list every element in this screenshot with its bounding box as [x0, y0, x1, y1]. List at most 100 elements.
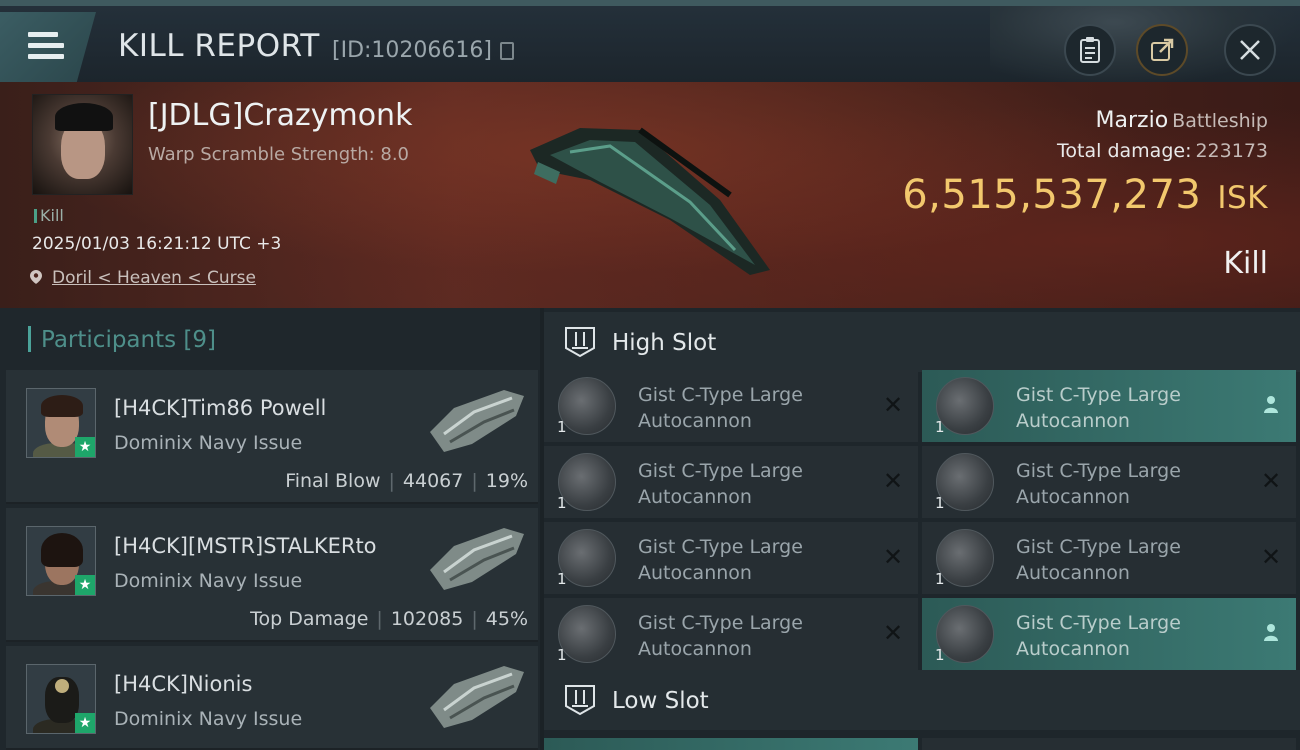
total-damage-label: Total damage: — [1057, 140, 1192, 162]
participant-name: [H4CK]Tim86 Powell — [114, 396, 327, 420]
isk-unit: ISK — [1217, 180, 1268, 216]
module-name-line2: Autocannon — [638, 562, 752, 584]
clipboard-button[interactable] — [1064, 24, 1116, 76]
hamburger-icon — [28, 32, 64, 65]
module-name-line1: Gist C-Type Large — [638, 384, 803, 406]
header-bar: KILL REPORT [ID:10206616] — [0, 0, 1300, 88]
divider: | — [471, 470, 478, 492]
destroyed-x-icon: ✕ — [1260, 543, 1282, 571]
participant-percent: 19% — [485, 470, 528, 492]
autocannon-icon — [936, 377, 994, 435]
autocannon-icon — [936, 605, 994, 663]
divider: | — [471, 608, 478, 630]
isk-amount: 6,515,537,273 — [902, 172, 1202, 218]
participant-stat-label: Final Blow — [285, 470, 381, 492]
report-id: [ID:10206616] — [332, 38, 492, 63]
module-cell[interactable]: 1 Gist C-Type Large Autocannon ✕ — [544, 522, 918, 594]
participant-ship-image — [430, 528, 524, 590]
module-name-line2: Autocannon — [1016, 410, 1130, 432]
module-name-line1: Gist C-Type Large — [1016, 536, 1181, 558]
close-icon — [1240, 40, 1260, 60]
total-damage-value: 223173 — [1195, 140, 1268, 162]
module-name-line1: Gist C-Type Large — [638, 536, 803, 558]
high-slot-label: High Slot — [612, 330, 717, 356]
autocannon-icon — [558, 377, 616, 435]
module-cell[interactable]: 1 Gist C-Type Large Autocannon ✕ — [544, 446, 918, 518]
participant-ship: Dominix Navy Issue — [114, 708, 303, 730]
module-name-line1: Gist C-Type Large — [1016, 460, 1181, 482]
participant-row[interactable]: ★ [H4CK]Tim86 Powell Dominix Navy Issue … — [6, 370, 538, 504]
isk-value: 6,515,537,273 ISK — [902, 172, 1268, 218]
location-link[interactable]: Doril < Heaven < Curse — [30, 268, 256, 288]
high-slot-icon — [565, 327, 595, 358]
module-cell[interactable]: 1 Gist C-Type Large Autocannon ✕ — [544, 598, 918, 670]
autocannon-icon — [558, 529, 616, 587]
participants-title: Participants [9] — [28, 326, 216, 353]
module-cell[interactable]: 1 Gist C-Type Large Autocannon — [922, 598, 1296, 670]
module-name-line2: Autocannon — [638, 486, 752, 508]
module-cell[interactable]: 1 Gist C-Type Large Autocannon ✕ — [544, 370, 918, 442]
victim-ship[interactable]: Marzio Battleship — [1096, 108, 1268, 133]
total-damage: Total damage: 223173 — [1057, 140, 1268, 162]
victim-name[interactable]: [JDLG]Crazymonk — [148, 98, 412, 133]
divider: | — [376, 608, 383, 630]
participant-damage: 44067 — [402, 470, 464, 492]
module-cell[interactable] — [544, 738, 918, 750]
module-quantity: 1 — [935, 646, 945, 664]
module-quantity: 1 — [557, 570, 567, 588]
module-quantity: 1 — [935, 570, 945, 588]
participant-damage: 102085 — [390, 608, 464, 630]
destroyed-x-icon: ✕ — [882, 467, 904, 495]
page-title: KILL REPORT — [118, 28, 320, 64]
module-cell[interactable] — [922, 738, 1296, 750]
location-text[interactable]: Doril < Heaven < Curse — [52, 268, 256, 288]
module-cell[interactable]: 1 Gist C-Type Large Autocannon ✕ — [922, 522, 1296, 594]
module-cell[interactable]: 1 Gist C-Type Large Autocannon ✕ — [922, 446, 1296, 518]
module-name-line2: Autocannon — [1016, 486, 1130, 508]
participant-ship-image — [430, 390, 524, 452]
participant-stat-label: Top Damage — [250, 608, 369, 630]
victim-avatar[interactable] — [32, 94, 133, 195]
copy-icon[interactable] — [500, 42, 514, 60]
autocannon-icon — [936, 529, 994, 587]
kill-result-label: Kill — [1223, 246, 1268, 281]
low-slot-header: Low Slot — [544, 670, 1300, 730]
share-icon — [1151, 38, 1174, 61]
clipboard-icon — [1080, 37, 1100, 63]
module-name-line2: Autocannon — [1016, 562, 1130, 584]
module-name-line1: Gist C-Type Large — [638, 460, 803, 482]
low-slot-icon — [565, 685, 595, 716]
autocannon-icon — [558, 605, 616, 663]
close-button[interactable] — [1224, 24, 1276, 76]
module-name-line2: Autocannon — [638, 638, 752, 660]
star-icon: ★ — [75, 437, 95, 457]
victim-banner: [JDLG]Crazymonk Warp Scramble Strength: … — [0, 82, 1300, 308]
module-name-line2: Autocannon — [638, 410, 752, 432]
share-button[interactable] — [1136, 24, 1188, 76]
fitting-panel: High Slot 1 Gist C-Type Large Autocannon ✕ 1… — [544, 308, 1300, 750]
warp-scramble-text: Warp Scramble Strength: 8.0 — [148, 144, 410, 165]
participant-avatar: ★ — [26, 388, 96, 458]
person-icon — [1260, 394, 1282, 416]
person-icon — [1260, 622, 1282, 644]
star-icon: ★ — [75, 575, 95, 595]
low-slot-label: Low Slot — [612, 688, 709, 714]
module-quantity: 1 — [557, 494, 567, 512]
menu-button[interactable] — [0, 12, 96, 82]
participant-stats: Top Damage | 102085 | 45% — [250, 608, 528, 630]
participant-ship-image — [430, 666, 524, 728]
high-slot-header: High Slot — [544, 312, 1300, 372]
module-name-line1: Gist C-Type Large — [1016, 384, 1181, 406]
module-quantity: 1 — [935, 494, 945, 512]
participants-panel: Participants [9] ★ [H4CK]Tim86 Powell Do… — [0, 308, 540, 750]
destroyed-x-icon: ✕ — [882, 391, 904, 419]
participant-name: [H4CK]Nionis — [114, 672, 253, 696]
participant-row[interactable]: ★ [H4CK]Nionis Dominix Navy Issue — [6, 646, 538, 750]
kill-datetime: 2025/01/03 16:21:12 UTC +3 — [32, 234, 282, 254]
participant-ship: Dominix Navy Issue — [114, 432, 303, 454]
autocannon-icon — [936, 453, 994, 511]
module-name-line2: Autocannon — [1016, 638, 1130, 660]
participant-row[interactable]: ★ [H4CK][MSTR]STALKERto Dominix Navy Iss… — [6, 508, 538, 642]
destroyed-x-icon: ✕ — [882, 543, 904, 571]
module-cell[interactable]: 1 Gist C-Type Large Autocannon — [922, 370, 1296, 442]
